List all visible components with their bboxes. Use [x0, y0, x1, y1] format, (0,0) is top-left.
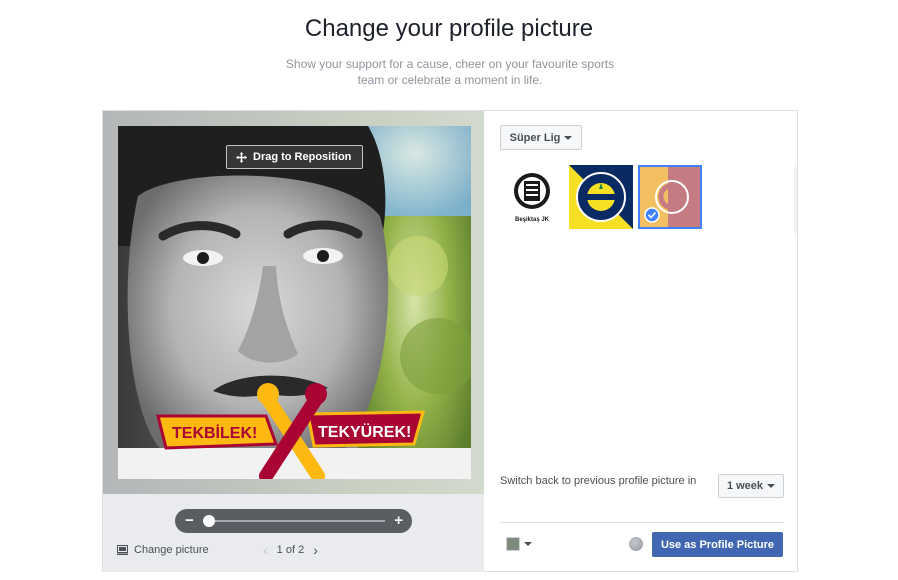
footer-divider: [500, 522, 784, 523]
team-logo-fenerbahce[interactable]: [569, 165, 633, 229]
league-dropdown[interactable]: Süper Lig: [500, 125, 582, 150]
drag-to-reposition-button[interactable]: Drag to Reposition: [226, 145, 363, 169]
profile-frame-card: TEKBİLEK! TEKYÜREK! Drag to Reposition −…: [102, 110, 798, 572]
chevron-right-icon[interactable]: ›: [313, 543, 318, 557]
duration-dropdown-label: 1 week: [726, 480, 764, 492]
caret-down-icon: [767, 484, 776, 488]
photo-editor: TEKBİLEK! TEKYÜREK! Drag to Reposition −…: [103, 111, 484, 572]
team-logo-grid: Beşiktaş JK: [500, 165, 702, 229]
banner-left-text: TEKBİLEK!: [172, 424, 257, 442]
use-as-profile-picture-button[interactable]: Use as Profile Picture: [652, 532, 783, 557]
frame-selection-panel: Süper Lig Beşiktaş JK Switch back to pre…: [484, 111, 797, 571]
avatar: [506, 537, 520, 551]
banner-right-text: TEKYÜREK!: [318, 422, 411, 441]
zoom-handle[interactable]: [203, 515, 215, 527]
frame-pager: ‹ 1 of 2 ›: [263, 543, 318, 557]
globe-icon[interactable]: [629, 537, 643, 551]
chevron-left-icon[interactable]: ‹: [263, 543, 268, 557]
switch-back-label: Switch back to previous profile picture …: [500, 475, 697, 487]
team-logo-galatasaray[interactable]: [638, 165, 702, 229]
photo-icon: [117, 545, 128, 555]
pager-text: 1 of 2: [276, 544, 305, 556]
zoom-slider[interactable]: − +: [175, 509, 412, 533]
duration-dropdown[interactable]: 1 week: [718, 474, 784, 498]
page-subtitle: Show your support for a cause, cheer on …: [285, 57, 615, 87]
zoom-out-icon[interactable]: −: [185, 512, 194, 530]
caret-down-icon: [564, 135, 573, 140]
zoom-track[interactable]: [203, 520, 385, 522]
logo-scrollbar[interactable]: [794, 165, 797, 235]
besiktas-caption: Beşiktaş JK: [515, 217, 550, 223]
move-icon: [236, 151, 247, 163]
caret-down-icon: [524, 542, 532, 546]
zoom-in-icon[interactable]: +: [394, 512, 403, 530]
team-logo-besiktas[interactable]: Beşiktaş JK: [500, 165, 564, 229]
change-picture-label: Change picture: [134, 544, 209, 556]
drag-to-reposition-label: Drag to Reposition: [253, 151, 352, 163]
photo-canvas[interactable]: TEKBİLEK! TEKYÜREK! Drag to Reposition: [103, 111, 484, 494]
page-title: Change your profile picture: [304, 15, 594, 42]
account-selector[interactable]: [506, 537, 532, 551]
league-dropdown-label: Süper Lig: [509, 131, 561, 144]
change-picture-link[interactable]: Change picture: [117, 544, 209, 556]
profile-photo: TEKBİLEK! TEKYÜREK!: [118, 126, 471, 479]
